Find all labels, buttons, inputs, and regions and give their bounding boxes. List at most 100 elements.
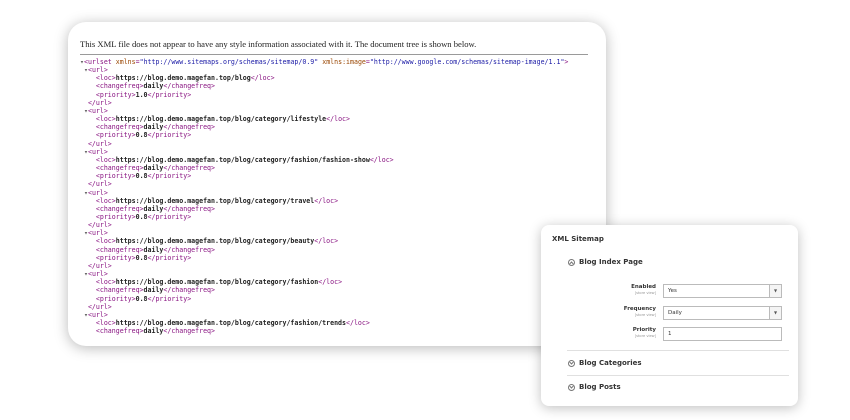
xml-loc-line: <loc>https://blog.demo.magefan.top/blog/… <box>80 156 568 164</box>
xml-token <box>80 246 96 254</box>
xml-sitemap-config-panel: XML Sitemap Blog Index Page Enabled [stor… <box>541 225 798 406</box>
xml-token: </priority> <box>147 131 192 140</box>
xml-token: </url> <box>87 261 112 270</box>
xml-token <box>80 205 96 213</box>
xml-token: </loc> <box>326 115 350 124</box>
xml-token: </changefreq> <box>163 123 215 132</box>
xml-token: <loc> <box>95 319 116 327</box>
xml-token <box>80 99 88 107</box>
xml-url-close: </url> <box>80 303 568 311</box>
xml-root-line: ▾<urlset xmlns="http://www.sitemaps.org/… <box>80 58 568 66</box>
xml-loc-value: https://blog.demo.magefan.top/blog/categ… <box>115 115 327 124</box>
xml-changefreq-value: daily <box>143 204 164 213</box>
xml-changefreq-line: <changefreq>daily</changefreq> <box>80 327 568 335</box>
xml-token <box>80 254 96 262</box>
xml-token <box>80 221 88 229</box>
enabled-value: Yes <box>668 288 677 294</box>
xml-url-close: </url> <box>80 180 568 188</box>
xml-token: </url> <box>87 180 112 189</box>
xml-token: <changefreq> <box>95 286 144 295</box>
section-blog-categories[interactable]: Blog Categories <box>568 359 642 367</box>
xml-token <box>80 303 88 311</box>
xml-token <box>80 278 96 286</box>
xml-viewer-window: This XML file does not appear to have an… <box>68 22 606 346</box>
xml-token: <priority> <box>95 172 136 181</box>
xml-token <box>80 74 96 82</box>
frequency-select[interactable]: Daily ▼ <box>663 306 782 320</box>
xml-loc-line: <loc>https://blog.demo.magefan.top/blog/… <box>80 115 568 123</box>
section-blog-index-page[interactable]: Blog Index Page <box>568 258 643 266</box>
xml-token: > <box>564 58 569 66</box>
scope-label: [store view] <box>634 291 656 295</box>
xml-loc-value: https://blog.demo.magefan.top/blog/categ… <box>115 278 319 287</box>
xml-token: <changefreq> <box>95 245 144 254</box>
scope-label: [store view] <box>634 334 656 338</box>
frequency-value: Daily <box>668 310 682 316</box>
xml-changefreq-line: <changefreq>daily</changefreq> <box>80 286 568 294</box>
xml-priority-value: 0.8 <box>135 172 148 181</box>
xml-token: <priority> <box>95 212 136 221</box>
xml-priority-line: <priority>0.8</priority> <box>80 131 568 139</box>
xml-changefreq-value: daily <box>143 327 164 336</box>
enabled-select[interactable]: Yes ▼ <box>663 284 782 298</box>
xml-token: <url> <box>87 66 108 75</box>
xml-changefreq-value: daily <box>143 123 164 132</box>
xml-token <box>80 172 96 180</box>
xml-changefreq-line: <changefreq>daily</changefreq> <box>80 246 568 254</box>
xml-changefreq-value: daily <box>143 286 164 295</box>
xml-token: <urlset <box>83 58 112 66</box>
enabled-field: Enabled [store view] Yes ▼ <box>601 284 783 298</box>
scope-label: [store view] <box>634 313 656 317</box>
xml-priority-line: <priority>0.8</priority> <box>80 213 568 221</box>
xml-token: </priority> <box>147 253 192 262</box>
xml-url-open: ▾<url> <box>80 107 568 115</box>
section-label: Blog Categories <box>579 359 642 367</box>
xml-priority-value: 0.8 <box>135 131 148 140</box>
xml-url-open: ▾<url> <box>80 229 568 237</box>
xml-priority-value: 0.8 <box>135 212 148 221</box>
xml-priority-value: 1.0 <box>135 90 148 99</box>
xml-url-open: ▾<url> <box>80 148 568 156</box>
xml-token: </changefreq> <box>163 204 215 213</box>
xml-token: </changefreq> <box>163 245 215 254</box>
xml-changefreq-value: daily <box>143 164 164 173</box>
priority-input[interactable]: 1 <box>663 327 782 341</box>
xml-token <box>80 115 96 123</box>
xml-loc-line: <loc>https://blog.demo.magefan.top/blog/… <box>80 278 568 286</box>
xml-url-close: </url> <box>80 262 568 270</box>
chevron-down-icon: ▼ <box>769 285 781 297</box>
section-label: Blog Posts <box>579 383 621 391</box>
xml-token <box>80 295 96 303</box>
xml-token: <url> <box>87 188 108 197</box>
xml-token: "http://www.sitemaps.org/schemas/sitemap… <box>139 58 319 66</box>
xml-token: </url> <box>87 302 112 311</box>
xml-token: </priority> <box>147 172 192 181</box>
xml-url-open: ▾<url> <box>80 311 568 319</box>
xml-token <box>80 123 96 131</box>
xml-changefreq-value: daily <box>143 82 164 91</box>
xml-token <box>80 156 96 164</box>
xml-token: <changefreq> <box>95 204 144 213</box>
xml-changefreq-value: daily <box>143 245 164 254</box>
xml-token: </url> <box>87 98 112 107</box>
xml-token: <url> <box>87 270 108 279</box>
expand-icon <box>568 359 575 367</box>
xml-url-open: ▾<url> <box>80 189 568 197</box>
xml-token: <changefreq> <box>95 82 144 91</box>
panel-title: XML Sitemap <box>552 235 604 243</box>
xml-token <box>80 140 88 148</box>
xml-token: </loc> <box>314 196 339 205</box>
xml-token: </loc> <box>314 237 339 246</box>
xml-token: <loc> <box>95 74 116 83</box>
xml-document-tree: ▾<urlset xmlns="http://www.sitemaps.org/… <box>80 58 568 335</box>
section-label: Blog Index Page <box>579 258 643 266</box>
expand-icon <box>568 383 575 391</box>
xml-priority-line: <priority>0.8</priority> <box>80 295 568 303</box>
xml-changefreq-line: <changefreq>daily</changefreq> <box>80 123 568 131</box>
xml-token: xmlns:image <box>322 58 366 66</box>
xml-token: <loc> <box>95 237 116 246</box>
xml-token: </changefreq> <box>163 164 215 173</box>
xml-token: <priority> <box>95 90 136 99</box>
xml-loc-value: https://blog.demo.magefan.top/blog/categ… <box>115 155 370 164</box>
section-blog-posts[interactable]: Blog Posts <box>568 383 621 391</box>
